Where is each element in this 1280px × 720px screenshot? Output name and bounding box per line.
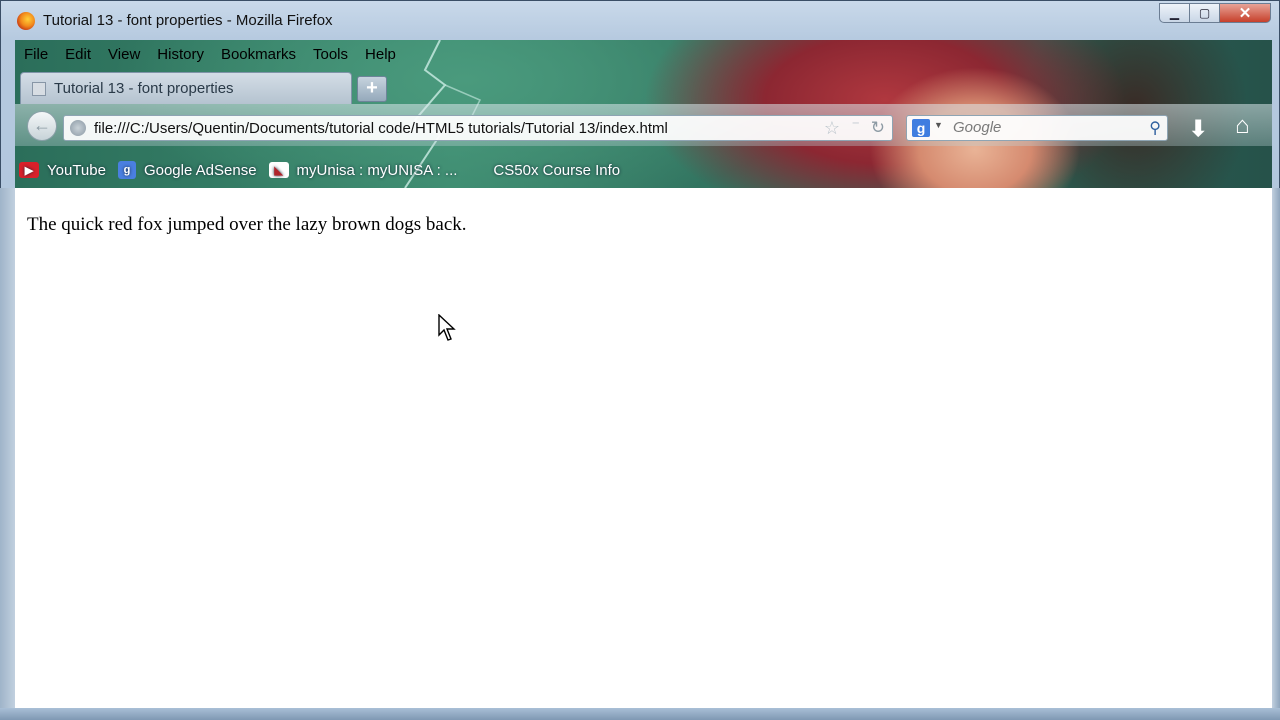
google-search-engine-icon[interactable]: g (912, 119, 930, 137)
tab-label: Tutorial 13 - font properties (54, 80, 234, 97)
bookmark-cs50x[interactable]: CS50x Course Info (465, 162, 620, 179)
menu-history[interactable]: History (148, 44, 212, 66)
url-text[interactable]: file:///C:/Users/Quentin/Documents/tutor… (94, 120, 668, 137)
download-icon[interactable]: ⬇ (1189, 116, 1207, 142)
google-icon: g (117, 161, 136, 179)
page-content: The quick red fox jumped over the lazy b… (15, 188, 1272, 708)
title-bar[interactable]: Tutorial 13 - font properties - Mozilla … (1, 1, 1279, 41)
back-button[interactable]: ← (27, 111, 57, 141)
bookmark-google-adsense[interactable]: g Google AdSense (114, 161, 257, 179)
cs50-icon (469, 162, 485, 178)
browser-toolbox: File Edit View History Bookmarks Tools H… (15, 40, 1272, 188)
menu-bookmarks[interactable]: Bookmarks (212, 44, 304, 66)
bookmark-label: YouTube (47, 161, 106, 179)
mouse-cursor-icon (438, 314, 456, 341)
maximize-button[interactable]: ▢ (1189, 3, 1219, 23)
new-tab-button[interactable]: + (357, 76, 387, 102)
menu-edit[interactable]: Edit (56, 44, 99, 66)
bookmarks-toolbar: ▶ YouTube g Google AdSense ◣ myUnisa : m… (15, 152, 628, 188)
bookmark-myunisa[interactable]: ◣ myUnisa : myUNISA : ... (265, 161, 458, 179)
menu-bar: File Edit View History Bookmarks Tools H… (15, 44, 404, 66)
search-icon[interactable]: ⚲ (1149, 118, 1161, 138)
menu-help[interactable]: Help (356, 44, 404, 66)
url-dropdown-icon[interactable]: ⁻ (852, 116, 860, 136)
unisa-icon: ◣ (268, 162, 289, 178)
page-favicon-icon (32, 82, 46, 96)
menu-file[interactable]: File (15, 44, 56, 66)
page-paragraph: The quick red fox jumped over the lazy b… (27, 214, 467, 235)
window-controls: ▁ ▢ ✕ (1159, 3, 1271, 23)
window-right-frame (1272, 188, 1280, 708)
navigation-toolbar: ← file:///C:/Users/Quentin/Documents/tut… (15, 104, 1272, 146)
bookmark-youtube[interactable]: ▶ YouTube (15, 162, 106, 179)
window-left-frame (0, 188, 15, 708)
window-bottom-frame (0, 708, 1280, 720)
bookmark-star-icon[interactable]: ☆ (824, 118, 840, 139)
youtube-icon: ▶ (19, 162, 39, 178)
reload-icon[interactable]: ↻ (871, 118, 885, 138)
search-bar[interactable]: g ▼ ⚲ (906, 115, 1168, 141)
tab-active[interactable]: Tutorial 13 - font properties (20, 72, 352, 104)
close-button[interactable]: ✕ (1219, 3, 1271, 23)
url-bar[interactable]: file:///C:/Users/Quentin/Documents/tutor… (63, 115, 893, 141)
chevron-down-icon[interactable]: ▼ (934, 120, 943, 130)
minimize-button[interactable]: ▁ (1159, 3, 1189, 23)
menu-tools[interactable]: Tools (304, 44, 356, 66)
bookmark-label: myUnisa : myUNISA : ... (296, 161, 458, 179)
bookmark-label: Google AdSense (143, 161, 257, 179)
search-input[interactable] (953, 119, 1133, 136)
bookmark-label: CS50x Course Info (493, 161, 621, 179)
firefox-icon (17, 12, 35, 30)
home-icon[interactable]: ⌂ (1235, 112, 1250, 140)
menu-view[interactable]: View (99, 44, 148, 66)
window-title: Tutorial 13 - font properties - Mozilla … (43, 12, 333, 29)
site-identity-icon[interactable] (70, 120, 86, 136)
